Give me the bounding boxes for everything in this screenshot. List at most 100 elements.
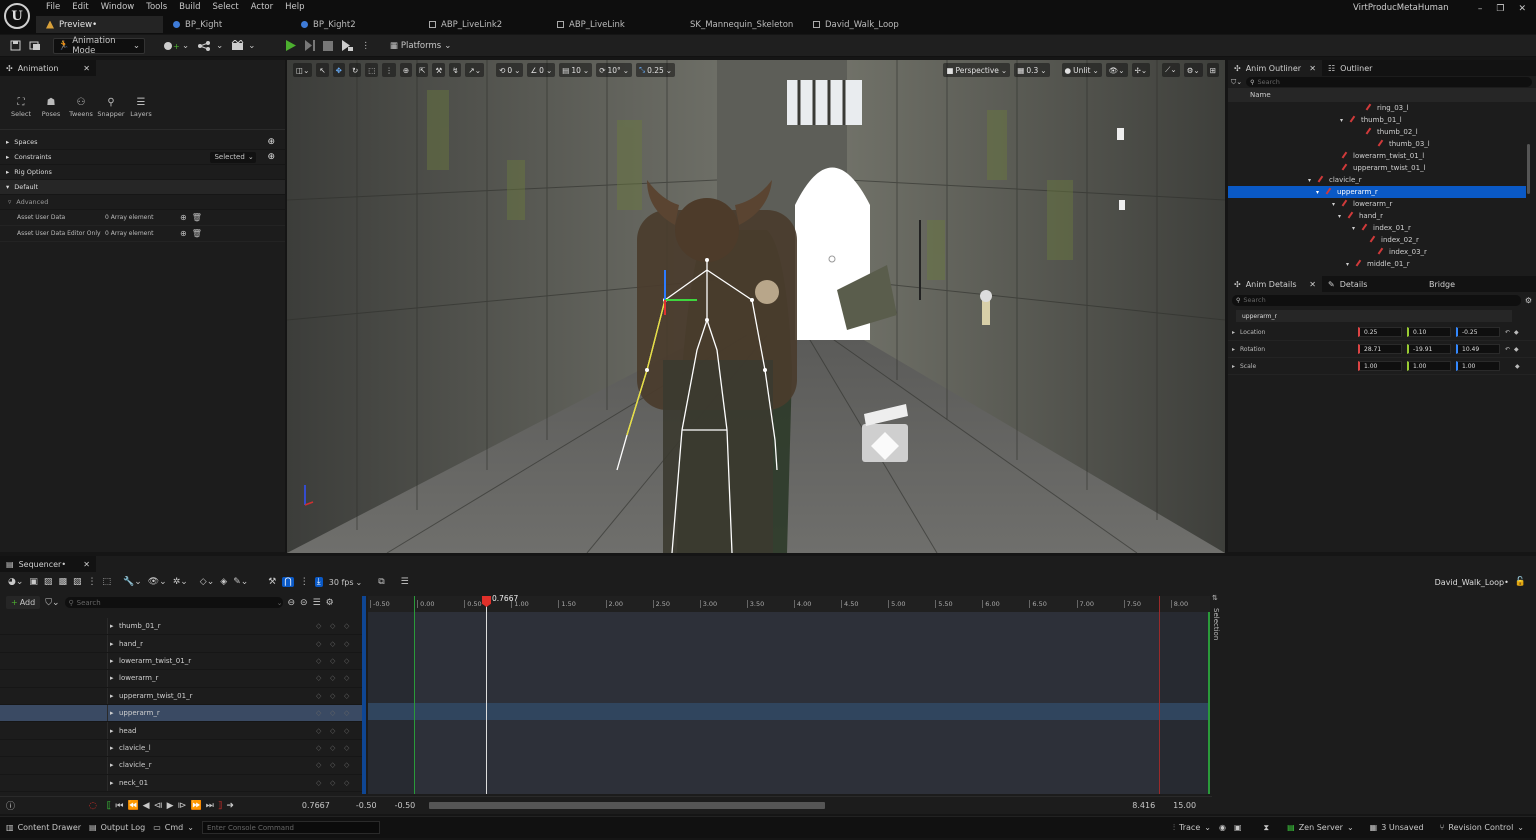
step-icon[interactable] bbox=[300, 38, 319, 54]
settings-icon[interactable]: ⚙ bbox=[326, 598, 334, 608]
close-icon[interactable]: ✕ bbox=[83, 64, 90, 73]
next-key-icon[interactable]: ◇ bbox=[344, 744, 358, 752]
tab-preview[interactable]: Preview• bbox=[36, 16, 163, 33]
tab-animation[interactable]: ✣ Animation ✕ bbox=[0, 60, 96, 76]
prev-key-icon[interactable]: ⏪ bbox=[127, 801, 138, 811]
trace-dropdown[interactable]: ⫶ Trace ⌄ bbox=[1173, 823, 1211, 833]
track-row[interactable]: ▸ clavicle_r ◇ ◇ ◇ bbox=[0, 757, 362, 775]
outliner-item[interactable]: ▾ thumb_01_l bbox=[1228, 114, 1536, 126]
track-search-input[interactable]: ⚲ Search ⌄ bbox=[64, 597, 283, 608]
key-icon[interactable]: ◆ bbox=[1514, 329, 1519, 336]
caret-right-icon[interactable]: ▸ bbox=[108, 779, 119, 787]
close-icon[interactable]: ✕ bbox=[1309, 280, 1316, 289]
console-input[interactable]: Enter Console Command bbox=[201, 821, 380, 834]
snap-icon[interactable]: ⋂ bbox=[282, 577, 294, 587]
menu-window[interactable]: Window bbox=[95, 0, 141, 14]
render-movie-icon[interactable]: ▧ bbox=[73, 577, 82, 587]
add-key-icon[interactable]: ◇ bbox=[330, 692, 344, 700]
lock-icon[interactable]: 🔓 bbox=[1515, 577, 1526, 587]
align-icon[interactable]: ⇅ bbox=[1212, 594, 1224, 602]
outliner-item[interactable]: ▾ lowerarm_r bbox=[1228, 198, 1536, 210]
column-header-name[interactable]: Name bbox=[1228, 88, 1536, 102]
end-marker[interactable] bbox=[1159, 596, 1160, 794]
working-range-end[interactable]: 15.00 bbox=[1173, 801, 1196, 810]
cinematics-icon[interactable]: ⌄ bbox=[227, 38, 259, 54]
track-row[interactable]: ▸ lowerarm_twist_01_r ◇ ◇ ◇ bbox=[0, 652, 362, 671]
world-icon[interactable]: ◕⌄ bbox=[8, 577, 23, 587]
scrollbar[interactable] bbox=[1527, 144, 1530, 194]
scale-icon[interactable]: ⬚ bbox=[365, 63, 379, 77]
caret-right-icon[interactable]: ▸ bbox=[1228, 329, 1240, 336]
more-options-icon[interactable]: ⋮ bbox=[382, 63, 396, 77]
next-key-icon[interactable]: ◇ bbox=[344, 692, 358, 700]
tab-outliner[interactable]: ☷ Outliner bbox=[1322, 60, 1402, 76]
viewport[interactable] bbox=[287, 60, 1225, 553]
wrench-icon[interactable]: 🔧⌄ bbox=[123, 577, 142, 587]
next-key-icon[interactable]: ◇ bbox=[344, 622, 358, 630]
snap-frames-icon[interactable]: ⤓ bbox=[314, 577, 323, 587]
add-track-button[interactable]: + Add bbox=[6, 596, 41, 609]
next-frame-icon[interactable]: ⧐ bbox=[178, 801, 187, 811]
outliner-item[interactable]: ▾ middle_01_r bbox=[1228, 258, 1536, 270]
play-reverse-icon[interactable]: ◀ bbox=[143, 801, 150, 811]
revision-control-dropdown[interactable]: ⑂ Revision Control ⌄ bbox=[1440, 823, 1524, 832]
add-key-icon[interactable]: ◇ bbox=[330, 674, 344, 682]
rotation-snap-button[interactable]: ⟲ 0 ⌄ bbox=[496, 63, 524, 77]
prev-key-icon[interactable]: ◇ bbox=[316, 657, 330, 665]
section-spaces[interactable]: ▸ Spaces ⊕ bbox=[0, 135, 285, 150]
tab-bp-kight2[interactable]: BP_Kight2 bbox=[291, 16, 419, 33]
timeline-scrollbar[interactable] bbox=[429, 802, 826, 809]
section-rig-options[interactable]: ▸ Rig Options bbox=[0, 165, 285, 180]
save-icon[interactable]: ▣ bbox=[29, 577, 38, 587]
add-element-icon[interactable]: ⊕ bbox=[180, 213, 187, 222]
tab-abp-livelink[interactable]: ABP_LiveLink bbox=[547, 16, 675, 33]
camera-record-icon[interactable]: ◉ bbox=[1219, 823, 1226, 832]
play-options-icon[interactable]: ⋮ bbox=[357, 38, 374, 54]
options-icon[interactable]: ⋮ bbox=[87, 577, 96, 587]
add-key-icon[interactable]: ◇ bbox=[330, 744, 344, 752]
caret-down-icon[interactable]: ▾ bbox=[1340, 117, 1348, 124]
timeline-area[interactable] bbox=[368, 596, 1210, 794]
expand-icon[interactable]: ⊝ bbox=[300, 598, 308, 608]
add-key-icon[interactable]: ◇ bbox=[330, 657, 344, 665]
outliner-item[interactable]: ▾ index_01_r bbox=[1228, 222, 1536, 234]
trash-icon[interactable]: 🗑 bbox=[192, 213, 202, 222]
grid-snap-icon[interactable]: ⚒ bbox=[432, 63, 446, 77]
more-options-icon[interactable]: ⋮ bbox=[300, 577, 309, 587]
next-key-icon[interactable]: ◇ bbox=[344, 779, 358, 787]
end-range-icon[interactable]: ⟧ bbox=[218, 801, 222, 811]
track-row[interactable]: ▸ hand_r ◇ ◇ ◇ bbox=[0, 635, 362, 653]
keys-icon[interactable]: ✲⌄ bbox=[173, 577, 188, 587]
next-key-icon[interactable]: ◇ bbox=[344, 640, 358, 648]
browse-icon[interactable]: ▨ bbox=[44, 577, 53, 587]
eject-icon[interactable] bbox=[337, 38, 357, 54]
caret-right-icon[interactable]: ▸ bbox=[108, 744, 119, 752]
caret-right-icon[interactable]: ▸ bbox=[108, 709, 119, 717]
caret-right-icon[interactable]: ▸ bbox=[108, 674, 119, 682]
track-row[interactable]: ▸ clavicle_l ◇ ◇ ◇ bbox=[0, 739, 362, 758]
browse-icon[interactable] bbox=[25, 38, 45, 54]
unreal-logo-icon[interactable]: U bbox=[4, 3, 30, 29]
caret-down-icon[interactable]: ▾ bbox=[1346, 261, 1354, 268]
add-circle-icon[interactable]: ⊕ bbox=[267, 152, 275, 162]
tab-sequencer[interactable]: ▤ Sequencer• ✕ bbox=[0, 556, 96, 572]
menu-tools[interactable]: Tools bbox=[140, 0, 173, 14]
outliner-item[interactable]: ▾ clavicle_r bbox=[1228, 174, 1536, 186]
caret-right-icon[interactable]: ▸ bbox=[108, 727, 119, 735]
key-icon[interactable]: ◆ bbox=[1515, 363, 1520, 370]
value-field-z[interactable]: 1.00 bbox=[1456, 361, 1500, 371]
selection-label[interactable]: Selection bbox=[1212, 608, 1220, 640]
value-field-y[interactable]: 1.00 bbox=[1407, 361, 1451, 371]
curve-edit-icon[interactable]: ✎⌄ bbox=[233, 577, 248, 587]
caret-right-icon[interactable]: ▸ bbox=[108, 657, 119, 665]
prev-key-icon[interactable]: ◇ bbox=[316, 779, 330, 787]
blueprint-menu-icon[interactable]: ⌄ bbox=[193, 38, 227, 54]
caret-right-icon[interactable]: ▸ bbox=[108, 622, 119, 630]
section-advanced[interactable]: ▿ Advanced bbox=[0, 195, 285, 210]
content-drawer-button[interactable]: ▥ Content Drawer bbox=[6, 823, 81, 832]
zen-server-dropdown[interactable]: ▤ Zen Server ⌄ bbox=[1287, 823, 1354, 832]
minimize-icon[interactable]: – bbox=[1478, 4, 1483, 14]
curve-editor-icon[interactable]: ⧉ bbox=[378, 577, 384, 587]
view-range-start[interactable]: -0.50 bbox=[356, 801, 377, 810]
settings-icon[interactable]: ⚙ bbox=[1525, 296, 1532, 305]
